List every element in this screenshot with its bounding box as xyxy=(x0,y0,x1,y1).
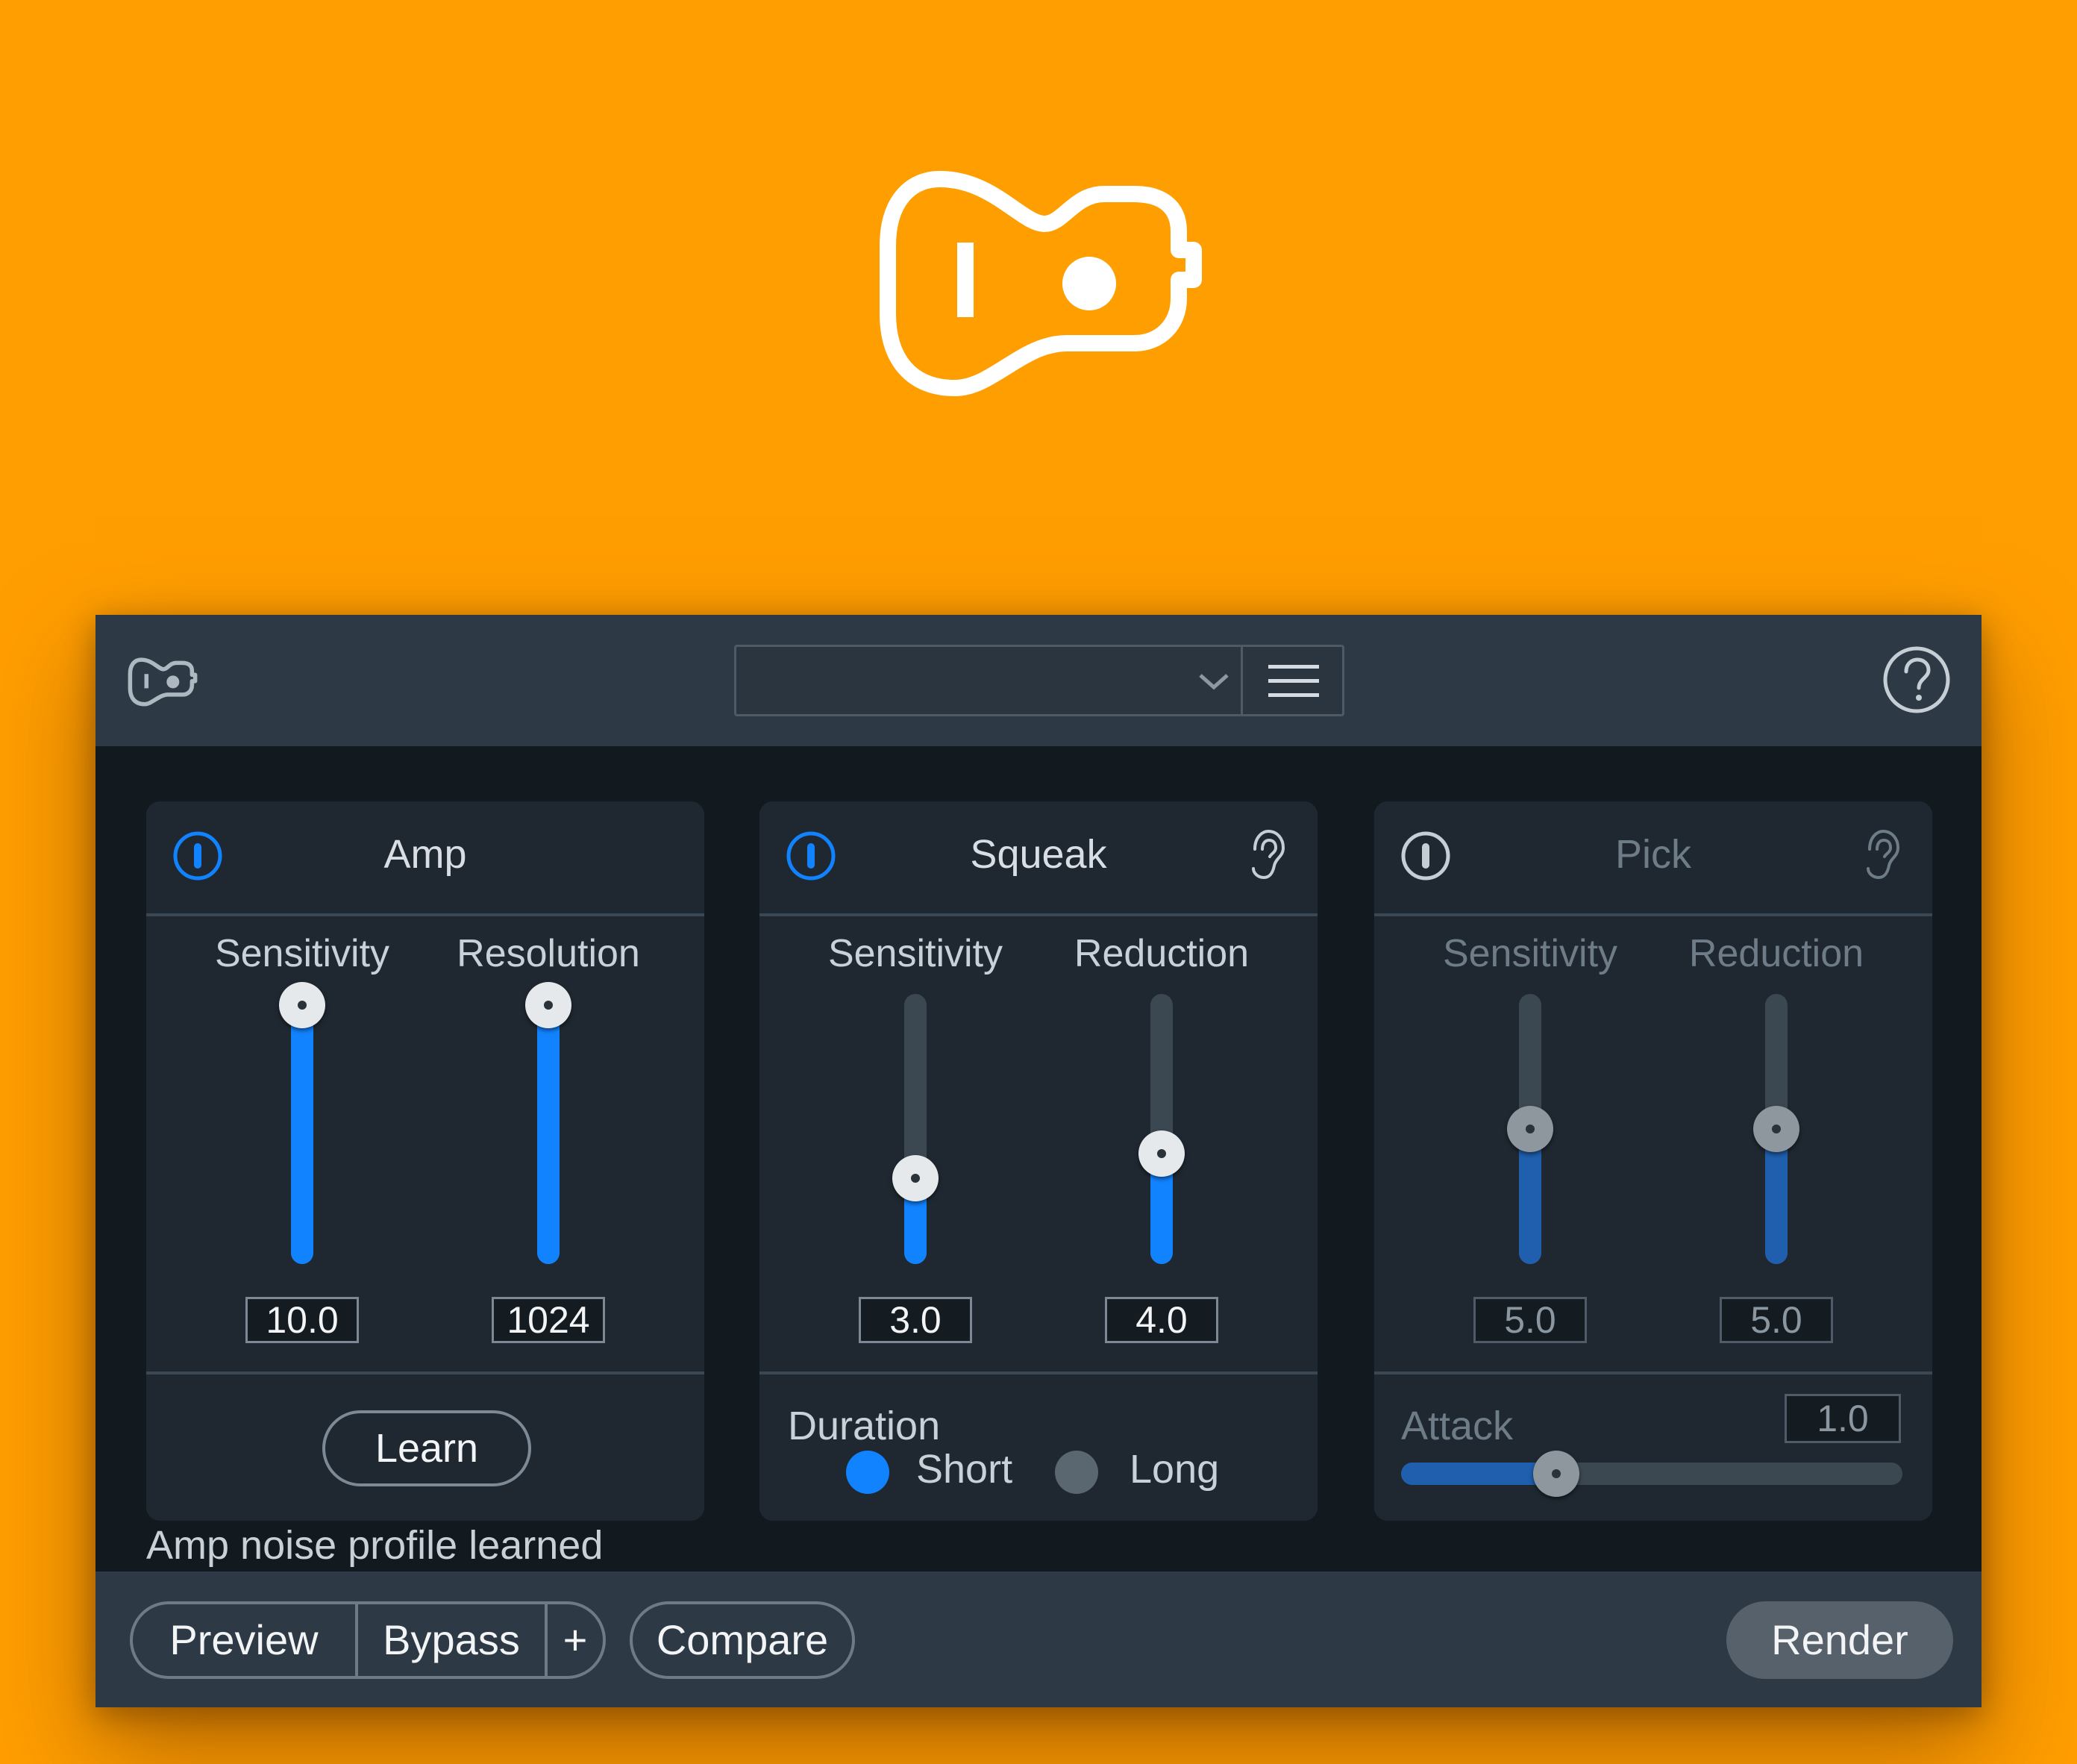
divider xyxy=(759,1372,1318,1374)
pick-sensitivity-value[interactable]: 5.0 xyxy=(1473,1297,1587,1343)
squeak-reduction-slider[interactable] xyxy=(1138,994,1185,1264)
squeak-sensitivity-label: Sensitivity xyxy=(827,932,1003,975)
duration-long-radio[interactable] xyxy=(1055,1451,1098,1494)
amp-resolution-label: Resolution xyxy=(457,932,640,975)
amp-resolution-value[interactable]: 1024 xyxy=(492,1297,605,1343)
preset-selector xyxy=(734,645,1344,716)
amp-sensitivity-slider[interactable] xyxy=(279,982,325,1264)
amp-module: Amp Sensitivity Resolution 10.0 1024 Lea… xyxy=(146,801,704,1521)
squeak-title: Squeak xyxy=(970,832,1107,877)
slider-handle[interactable] xyxy=(1138,1130,1185,1177)
pick-reduction-slider[interactable] xyxy=(1753,994,1799,1264)
pick-reduction-label: Reduction xyxy=(1688,932,1864,975)
pick-sensitivity-label: Sensitivity xyxy=(1442,932,1618,975)
status-message: Amp noise profile learned xyxy=(146,1523,604,1568)
attack-label: Attack xyxy=(1401,1404,1514,1448)
attack-value[interactable]: 1.0 xyxy=(1785,1394,1901,1443)
footer-bar: Preview Bypass + Compare Render xyxy=(95,1571,1982,1707)
slider-handle[interactable] xyxy=(892,1155,939,1202)
amp-resolution-slider[interactable] xyxy=(525,982,571,1264)
slider-handle[interactable] xyxy=(1507,1106,1553,1152)
preset-dropdown[interactable] xyxy=(736,647,1241,714)
squeak-reduction-value[interactable]: 4.0 xyxy=(1105,1297,1218,1343)
compare-button[interactable]: Compare xyxy=(630,1601,855,1679)
squeak-sensitivity-slider[interactable] xyxy=(892,994,939,1264)
slider-handle[interactable] xyxy=(1753,1106,1799,1152)
ear-icon[interactable] xyxy=(1858,827,1902,882)
help-icon[interactable] xyxy=(1882,645,1952,715)
slider-handle[interactable] xyxy=(525,982,571,1028)
slider-handle[interactable] xyxy=(279,982,325,1028)
amp-title: Amp xyxy=(383,832,467,877)
duration-long-label[interactable]: Long xyxy=(1130,1446,1219,1492)
add-button[interactable]: + xyxy=(548,1604,603,1676)
guitar-logo-icon xyxy=(880,171,1202,396)
plugin-window: Amp Sensitivity Resolution 10.0 1024 Lea… xyxy=(95,615,1982,1707)
slider-handle[interactable] xyxy=(1533,1451,1580,1497)
hamburger-icon xyxy=(1268,665,1319,697)
learn-button[interactable]: Learn xyxy=(322,1410,531,1486)
preview-bypass-group: Preview Bypass + xyxy=(130,1601,606,1679)
squeak-reduction-label: Reduction xyxy=(1074,932,1250,975)
pick-sensitivity-slider[interactable] xyxy=(1507,994,1553,1264)
header-bar xyxy=(95,615,1982,746)
pick-title: Pick xyxy=(1614,832,1691,877)
bypass-button[interactable]: Bypass xyxy=(358,1604,545,1676)
amp-sensitivity-label: Sensitivity xyxy=(214,932,390,975)
pick-header: Pick xyxy=(1374,801,1932,916)
squeak-module: Squeak Sensitivity Reduction 3.0 4.0 Dur… xyxy=(759,801,1318,1521)
squeak-header: Squeak xyxy=(759,801,1318,916)
pick-module: Pick Sensitivity Reduction 5.0 5.0 Attac… xyxy=(1374,801,1932,1521)
squeak-sensitivity-value[interactable]: 3.0 xyxy=(859,1297,972,1343)
duration-short-label[interactable]: Short xyxy=(916,1446,1012,1492)
divider xyxy=(146,1372,704,1374)
pick-reduction-value[interactable]: 5.0 xyxy=(1720,1297,1833,1343)
ear-icon[interactable] xyxy=(1243,827,1288,882)
duration-short-radio[interactable] xyxy=(846,1451,889,1494)
duration-label: Duration xyxy=(788,1404,941,1448)
divider xyxy=(1374,1372,1932,1374)
chevron-down-icon xyxy=(1199,674,1229,690)
preview-button[interactable]: Preview xyxy=(133,1604,355,1676)
amp-header: Amp xyxy=(146,801,704,916)
amp-sensitivity-value[interactable]: 10.0 xyxy=(245,1297,359,1343)
render-button[interactable]: Render xyxy=(1726,1601,1953,1679)
guitar-icon xyxy=(128,657,198,707)
attack-slider[interactable] xyxy=(1401,1451,1902,1497)
preset-menu-button[interactable] xyxy=(1241,647,1344,714)
